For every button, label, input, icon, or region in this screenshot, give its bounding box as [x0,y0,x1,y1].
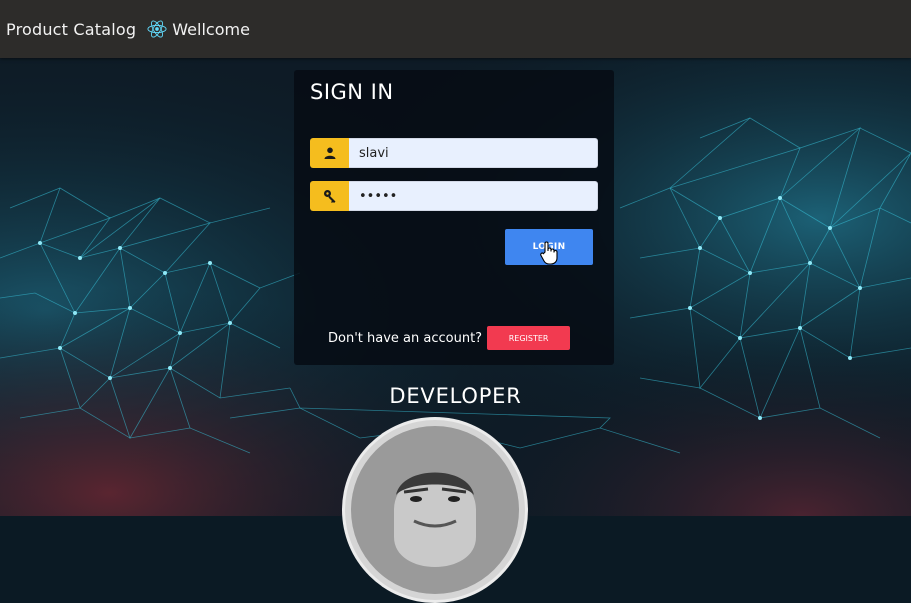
react-logo-icon [147,19,167,39]
password-input[interactable] [349,181,598,211]
username-input[interactable] [349,138,598,168]
register-row: Don't have an account? REGISTER [328,326,571,350]
user-icon [310,138,349,168]
hand-cursor-icon [540,241,558,265]
welcome-link[interactable]: Wellcome [172,20,250,39]
brand-link[interactable]: Product Catalog [6,20,136,39]
signin-card: SIGN IN LOGIN Don't have an account? REG… [294,70,614,365]
navbar: Product Catalog Wellcome [0,0,911,58]
signin-title: SIGN IN [310,80,394,104]
username-field-group [310,138,598,168]
password-field-group [310,181,598,211]
register-button[interactable]: REGISTER [487,326,571,350]
key-icon [310,181,349,211]
developer-avatar [342,417,528,603]
register-prompt: Don't have an account? [328,330,483,346]
developer-title: DEVELOPER [389,384,522,408]
